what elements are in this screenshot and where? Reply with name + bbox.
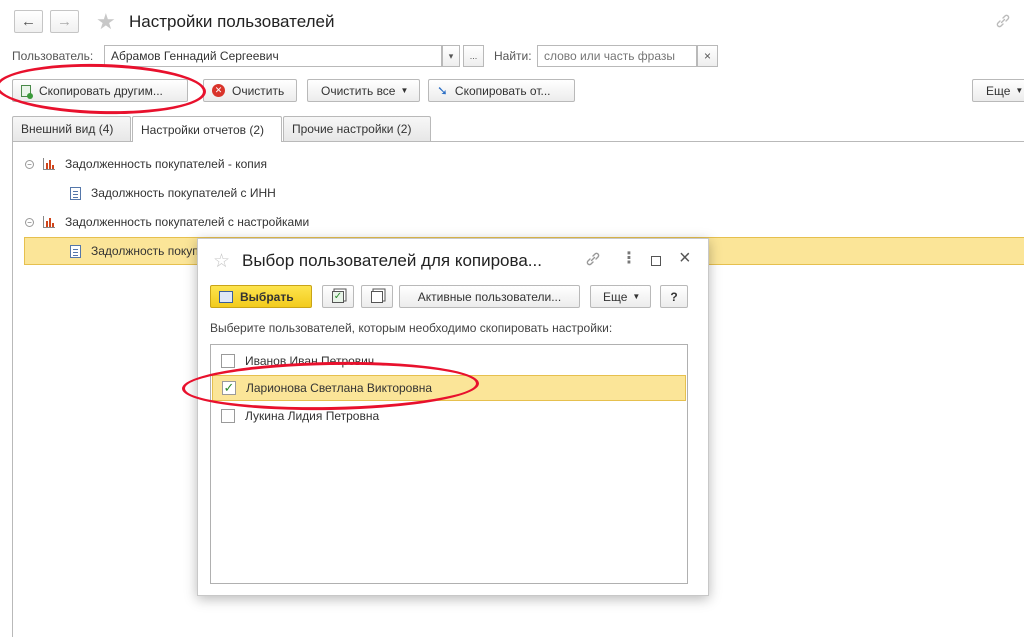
back-arrow-icon: ← bbox=[21, 13, 36, 30]
clear-all-label: Очистить все bbox=[321, 83, 396, 98]
more-vertical-icon[interactable]: ⋮ bbox=[621, 248, 637, 268]
user-select-button[interactable]: ... bbox=[463, 45, 484, 67]
tree-group-row[interactable]: − Задолженность покупателей с настройкам… bbox=[25, 211, 309, 233]
clear-all-button[interactable]: Очистить все ▼ bbox=[307, 79, 420, 102]
users-list[interactable]: Иванов Иван Петрович ✓ Ларионова Светлан… bbox=[210, 344, 688, 584]
tree-item-label: Задолжность покупателей с ИНН bbox=[91, 186, 276, 200]
copy-from-button[interactable]: ➘ Скопировать от... bbox=[428, 79, 575, 102]
uncheck-all-icon bbox=[371, 290, 383, 303]
instruction-text: Выберите пользователей, которым необходи… bbox=[210, 321, 613, 335]
user-checkbox-checked[interactable]: ✓ bbox=[222, 380, 236, 395]
collapse-toggle-icon[interactable]: − bbox=[25, 159, 34, 169]
copy-doc-icon bbox=[21, 84, 33, 99]
copy-arrow-icon: ➘ bbox=[437, 82, 448, 98]
select-users-dialog: ☆ Выбор пользователей для копирова... ⋮ … bbox=[197, 238, 709, 596]
page-title: Настройки пользователей bbox=[129, 12, 335, 31]
select-button[interactable]: Выбрать bbox=[210, 285, 312, 308]
chevron-down-icon: ▾ bbox=[448, 50, 454, 61]
search-input[interactable] bbox=[537, 45, 697, 67]
user-field-value: Абрамов Геннадий Сергеевич bbox=[111, 49, 279, 63]
tab-appearance[interactable]: Внешний вид (4) bbox=[12, 116, 131, 141]
copy-to-others-label: Скопировать другим... bbox=[39, 83, 163, 98]
report-settings-icon bbox=[70, 244, 81, 258]
dialog-more-button[interactable]: Еще ▼ bbox=[590, 285, 651, 308]
user-name: Ларионова Светлана Викторовна bbox=[246, 381, 433, 395]
maximize-icon[interactable] bbox=[651, 256, 661, 266]
forward-button[interactable]: → bbox=[50, 10, 79, 33]
favorite-star-icon[interactable]: ★ bbox=[96, 9, 116, 35]
tab-report-settings[interactable]: Настройки отчетов (2) bbox=[132, 116, 282, 142]
ellipsis-icon: ... bbox=[469, 51, 478, 61]
find-label: Найти: bbox=[494, 49, 532, 63]
back-button[interactable]: ← bbox=[14, 10, 43, 33]
user-checkbox[interactable] bbox=[221, 354, 235, 368]
forward-arrow-icon: → bbox=[57, 13, 72, 30]
tab-other-settings[interactable]: Прочие настройки (2) bbox=[283, 116, 431, 141]
check-all-icon: ✓ bbox=[332, 290, 344, 303]
clear-red-icon: ✕ bbox=[212, 84, 225, 97]
chevron-down-icon: ▼ bbox=[1015, 86, 1024, 95]
report-chart-icon bbox=[43, 158, 55, 170]
copy-from-label: Скопировать от... bbox=[454, 83, 551, 98]
tree-item-label: Задолженность покупателей - копия bbox=[65, 157, 267, 171]
copy-to-others-button[interactable]: Скопировать другим... bbox=[12, 79, 188, 102]
clear-search-button[interactable]: × bbox=[697, 45, 718, 67]
help-icon: ? bbox=[670, 289, 678, 304]
tree-child-row[interactable]: Задолжность покупателей с ИНН bbox=[70, 182, 276, 204]
dialog-title: Выбор пользователей для копирова... bbox=[242, 251, 542, 270]
tab-label: Настройки отчетов (2) bbox=[141, 122, 265, 137]
collapse-toggle-icon[interactable]: − bbox=[25, 217, 34, 227]
chevron-down-icon: ▼ bbox=[632, 292, 641, 301]
uncheck-all-button[interactable] bbox=[361, 285, 393, 308]
select-label: Выбрать bbox=[240, 289, 294, 304]
active-users-button[interactable]: Активные пользователи... bbox=[399, 285, 580, 308]
close-icon[interactable]: × bbox=[679, 247, 691, 270]
clear-label: Очистить bbox=[232, 83, 285, 98]
content-border bbox=[12, 141, 13, 637]
list-item[interactable]: Лукина Лидия Петровна bbox=[212, 403, 686, 429]
list-item[interactable]: Иванов Иван Петрович bbox=[212, 348, 686, 374]
list-item-selected[interactable]: ✓ Ларионова Светлана Викторовна bbox=[212, 375, 686, 401]
more-label: Еще bbox=[986, 83, 1011, 98]
report-settings-icon bbox=[70, 186, 81, 200]
clear-button[interactable]: ✕ Очистить bbox=[203, 79, 297, 102]
user-field[interactable]: Абрамов Геннадий Сергеевич bbox=[104, 45, 442, 67]
user-label: Пользователь: bbox=[12, 49, 94, 63]
user-name: Иванов Иван Петрович bbox=[245, 354, 375, 368]
active-users-label: Активные пользователи... bbox=[417, 289, 562, 304]
chevron-down-icon: ▼ bbox=[400, 86, 409, 95]
tab-label: Прочие настройки (2) bbox=[292, 122, 412, 136]
user-checkbox[interactable] bbox=[221, 409, 235, 423]
close-icon: × bbox=[703, 49, 711, 63]
link-icon[interactable] bbox=[995, 13, 1011, 29]
user-name: Лукина Лидия Петровна bbox=[245, 409, 380, 423]
check-all-button[interactable]: ✓ bbox=[322, 285, 354, 308]
report-chart-icon bbox=[43, 216, 55, 228]
dialog-more-label: Еще bbox=[603, 289, 628, 304]
tree-group-row[interactable]: − Задолженность покупателей - копия bbox=[25, 153, 267, 175]
tab-label: Внешний вид (4) bbox=[21, 122, 114, 136]
link-icon[interactable] bbox=[585, 251, 601, 267]
select-list-icon bbox=[219, 290, 233, 303]
more-button[interactable]: Еще ▼ bbox=[972, 79, 1024, 102]
help-button[interactable]: ? bbox=[660, 285, 688, 308]
tree-item-label: Задолженность покупателей с настройками bbox=[65, 215, 310, 229]
favorite-star-icon[interactable]: ☆ bbox=[213, 250, 230, 273]
user-dropdown-button[interactable]: ▾ bbox=[442, 45, 460, 67]
